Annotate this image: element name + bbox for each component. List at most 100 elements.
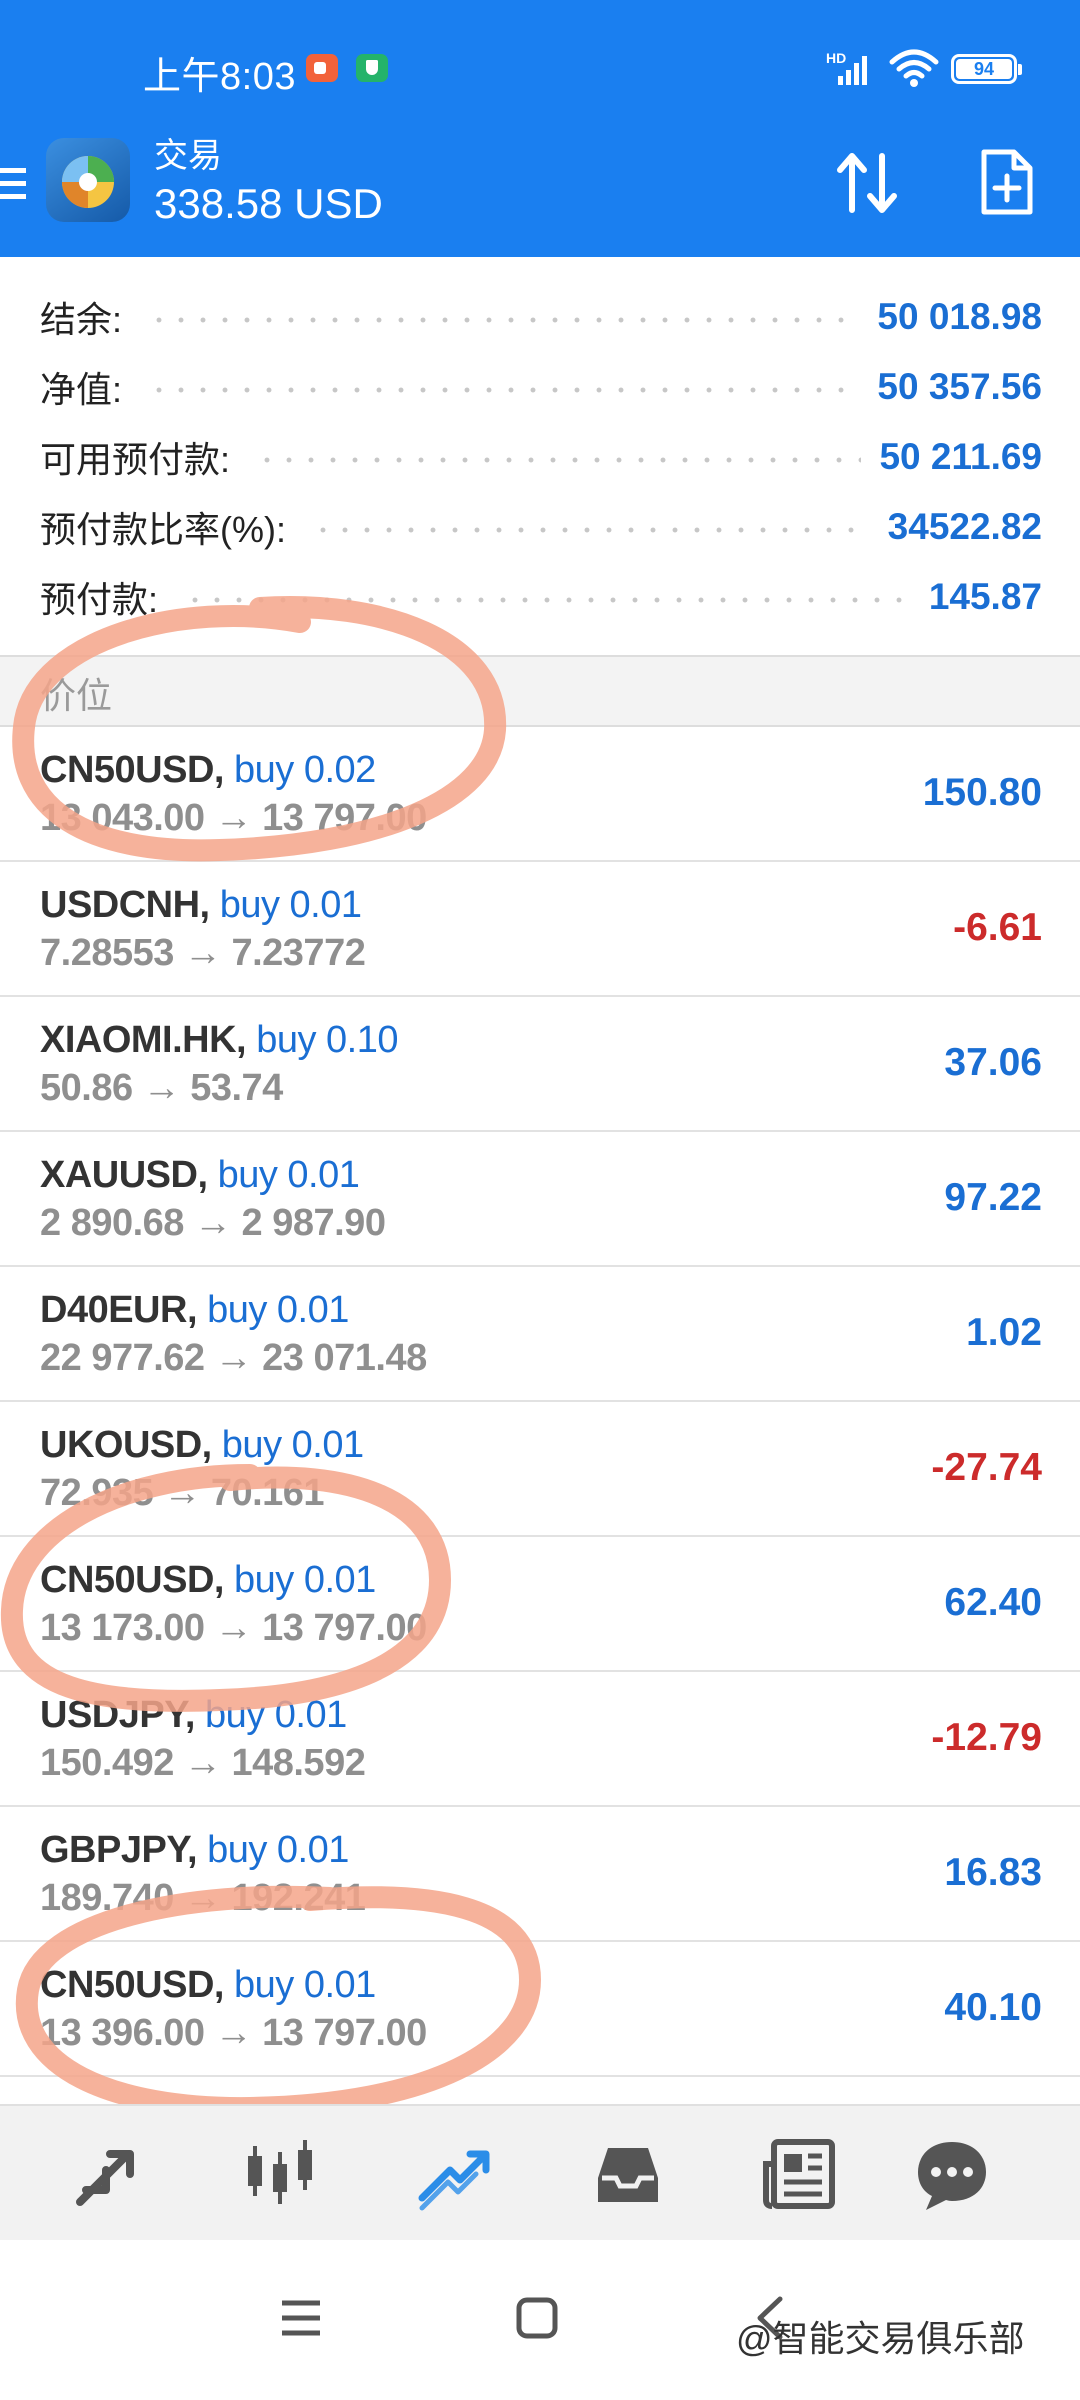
new-order-icon[interactable] xyxy=(980,148,1034,216)
summary-value: 145.87 xyxy=(928,576,1042,617)
position-row[interactable]: USDJPY, buy 0.01 150.492 → 148.592 -12.79 xyxy=(0,1672,1080,1807)
header-balance: 338.58 USD xyxy=(154,180,383,227)
dot-leader xyxy=(312,527,870,533)
position-side-volume: buy 0.01 xyxy=(204,1694,347,1736)
screen-record-icon xyxy=(306,54,338,82)
wifi-icon xyxy=(889,49,939,87)
position-side-volume: buy 0.01 xyxy=(234,1559,376,1601)
position-row[interactable]: GBPJPY, buy 0.01 189.740 → 192.241 16.83 xyxy=(0,1807,1080,1942)
position-title: CN50USD, buy 0.02 xyxy=(40,749,376,792)
position-prices: 22 977.62 → 23 071.48 xyxy=(40,1337,427,1379)
position-title: XIAOMI.HK, buy 0.10 xyxy=(40,1019,398,1062)
position-prices: 13 043.00 → 13 797.00 xyxy=(40,797,427,839)
position-side-volume: buy 0.01 xyxy=(207,1829,349,1871)
sort-icon[interactable] xyxy=(832,150,902,216)
summary-label: 预付款: xyxy=(40,579,159,620)
summary-row-margin-level: 预付款比率(%): 34522.82 xyxy=(40,497,1042,557)
position-symbol: UKOUSD, xyxy=(40,1424,212,1466)
position-prices: 72.935 → 70.161 xyxy=(40,1472,325,1514)
position-title: USDCNH, buy 0.01 xyxy=(40,884,362,927)
chart-candles-icon[interactable] xyxy=(240,2134,320,2214)
history-inbox-icon[interactable] xyxy=(588,2134,668,2214)
position-profit: 40.10 xyxy=(944,1986,1042,2029)
position-side-volume: buy 0.01 xyxy=(207,1289,349,1331)
position-side-volume: buy 0.10 xyxy=(256,1019,398,1061)
quotes-icon[interactable] xyxy=(68,2134,148,2214)
position-prices: 150.492 → 148.592 xyxy=(40,1742,366,1784)
menu-icon[interactable] xyxy=(0,164,26,204)
summary-row-free-margin: 可用预付款: 50 211.69 xyxy=(40,427,1042,487)
position-row[interactable]: XIAOMI.HK, buy 0.10 50.86 → 53.74 37.06 xyxy=(0,997,1080,1132)
position-prices: 189.740 → 192.241 xyxy=(40,1877,366,1919)
app-logo xyxy=(46,138,130,222)
summary-label: 预付款比率(%): xyxy=(40,509,286,550)
shield-icon xyxy=(356,54,388,82)
position-symbol: USDJPY, xyxy=(40,1694,195,1736)
position-profit: -27.74 xyxy=(931,1446,1042,1489)
battery-icon: 94 xyxy=(951,54,1022,84)
watermark-text: @智能交易俱乐部 xyxy=(736,2318,1025,2359)
dot-leader xyxy=(184,597,911,603)
position-row[interactable]: CN50USD, buy 0.02 13 043.00 → 13 797.00 15… xyxy=(0,727,1080,862)
position-row[interactable]: D40EUR, buy 0.01 22 977.62 → 23 071.48 1.0… xyxy=(0,1267,1080,1402)
position-profit: -12.79 xyxy=(931,1716,1042,1759)
summary-label: 结余: xyxy=(40,299,123,340)
position-side-volume: buy 0.01 xyxy=(234,1964,376,2006)
positions-section-header: 价位 xyxy=(0,655,1080,727)
position-side-volume: buy 0.02 xyxy=(234,749,376,791)
bottom-nav xyxy=(0,2104,1080,2240)
position-symbol: XIAOMI.HK, xyxy=(40,1019,247,1061)
dot-leader xyxy=(148,387,860,393)
recent-apps-button[interactable] xyxy=(278,2295,324,2341)
position-symbol: CN50USD, xyxy=(40,1559,224,1601)
summary-row-margin: 预付款: 145.87 xyxy=(40,567,1042,627)
position-prices: 7.28553 → 7.23772 xyxy=(40,932,366,974)
position-profit: -6.61 xyxy=(953,906,1042,949)
position-row[interactable]: CN50USD, buy 0.01 13 173.00 → 13 797.00 62… xyxy=(0,1537,1080,1672)
account-summary: 结余: 50 018.98 净值: 50 357.56 可用预付款: 50 21… xyxy=(0,257,1080,657)
position-title: USDJPY, buy 0.01 xyxy=(40,1694,347,1737)
position-side-volume: buy 0.01 xyxy=(219,884,362,926)
summary-row-equity: 净值: 50 357.56 xyxy=(40,357,1042,417)
position-row[interactable]: USDCNH, buy 0.01 7.28553 → 7.23772 -6.61 xyxy=(0,862,1080,997)
summary-value: 50 357.56 xyxy=(877,366,1042,407)
summary-value: 34522.82 xyxy=(887,506,1042,547)
position-prices: 50.86 → 53.74 xyxy=(40,1067,283,1109)
summary-row-balance: 结余: 50 018.98 xyxy=(40,287,1042,347)
position-profit: 97.22 xyxy=(944,1176,1042,1219)
trade-icon[interactable] xyxy=(414,2134,494,2214)
summary-label: 净值: xyxy=(40,369,123,410)
position-row[interactable]: XAUUSD, buy 0.01 2 890.68 → 2 987.90 97.22 xyxy=(0,1132,1080,1267)
position-symbol: USDCNH, xyxy=(40,884,210,926)
position-profit: 150.80 xyxy=(922,771,1042,814)
position-symbol: D40EUR, xyxy=(40,1289,198,1331)
position-title: CN50USD, buy 0.01 xyxy=(40,1559,376,1602)
position-symbol: CN50USD, xyxy=(40,749,224,791)
position-symbol: XAUUSD, xyxy=(40,1154,208,1196)
position-side-volume: buy 0.01 xyxy=(221,1424,364,1466)
position-profit: 16.83 xyxy=(944,1851,1042,1894)
battery-level: 94 xyxy=(956,59,1012,79)
positions-list: CN50USD, buy 0.02 13 043.00 → 13 797.00 15… xyxy=(0,727,1080,2077)
position-symbol: GBPJPY, xyxy=(40,1829,198,1871)
position-row[interactable]: UKOUSD, buy 0.01 72.935 → 70.161 -27.74 xyxy=(0,1402,1080,1537)
chat-icon[interactable] xyxy=(912,2134,992,2214)
position-profit: 1.02 xyxy=(966,1311,1042,1354)
signal-icon xyxy=(838,56,867,85)
home-button[interactable] xyxy=(514,2295,560,2341)
position-prices: 13 396.00 → 13 797.00 xyxy=(40,2012,427,2054)
position-profit: 37.06 xyxy=(944,1041,1042,1084)
section-title: 价位 xyxy=(40,675,113,716)
position-title: UKOUSD, buy 0.01 xyxy=(40,1424,364,1467)
position-title: XAUUSD, buy 0.01 xyxy=(40,1154,360,1197)
dot-leader xyxy=(148,317,860,323)
position-title: D40EUR, buy 0.01 xyxy=(40,1289,349,1332)
position-prices: 13 173.00 → 13 797.00 xyxy=(40,1607,427,1649)
position-title: GBPJPY, buy 0.01 xyxy=(40,1829,349,1872)
summary-value: 50 018.98 xyxy=(877,296,1042,337)
news-icon[interactable] xyxy=(760,2134,840,2214)
position-symbol: CN50USD, xyxy=(40,1964,224,2006)
position-profit: 62.40 xyxy=(944,1581,1042,1624)
position-prices: 2 890.68 → 2 987.90 xyxy=(40,1202,386,1244)
position-row[interactable]: CN50USD, buy 0.01 13 396.00 → 13 797.00 40… xyxy=(0,1942,1080,2077)
